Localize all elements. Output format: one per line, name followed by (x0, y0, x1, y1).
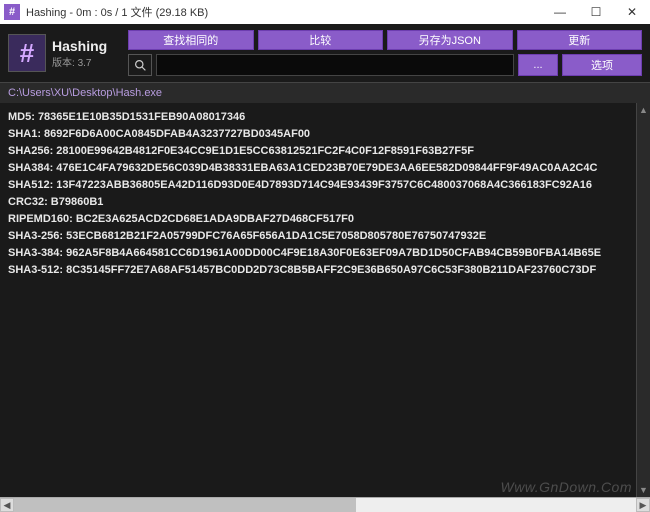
scroll-thumb[interactable] (14, 498, 356, 512)
toolbar: # Hashing 版本: 3.7 查找相同的 比较 另存为JSON 更新 ..… (0, 24, 650, 82)
hash-line[interactable]: SHA3-384: 962A5F8B4A664581CC6D1961A00DD0… (8, 245, 642, 262)
browse-button[interactable]: ... (518, 54, 558, 76)
hash-line[interactable]: SHA384: 476E1C4FA79632DE56C039D4B38331EB… (8, 160, 642, 177)
options-button[interactable]: 选项 (562, 54, 642, 76)
vertical-scrollbar[interactable]: ▲ ▼ (636, 103, 650, 497)
maximize-button[interactable]: ☐ (578, 0, 614, 24)
search-icon (128, 54, 152, 76)
close-button[interactable]: ✕ (614, 0, 650, 24)
hash-line[interactable]: SHA256: 28100E99642B4812F0E34CC9E1D1E5CC… (8, 143, 642, 160)
window-title: Hashing - 0m : 0s / 1 文件 (29.18 KB) (24, 4, 542, 20)
save-json-button[interactable]: 另存为JSON (387, 30, 513, 50)
hash-line[interactable]: RIPEMD160: BC2E3A625ACD2CD68E1ADA9DBAF27… (8, 211, 642, 228)
refresh-button[interactable]: 更新 (517, 30, 643, 50)
scroll-left-icon[interactable]: ◀ (0, 498, 14, 512)
minimize-button[interactable]: — (542, 0, 578, 24)
app-name: Hashing (52, 38, 122, 54)
hash-results: MD5: 78365E1E10B35D1531FEB90A08017346SHA… (0, 103, 650, 497)
find-same-button[interactable]: 查找相同的 (128, 30, 254, 50)
titlebar: # Hashing - 0m : 0s / 1 文件 (29.18 KB) — … (0, 0, 650, 24)
search-input[interactable] (156, 54, 514, 76)
horizontal-scrollbar[interactable]: ◀ ▶ (0, 497, 650, 512)
scroll-right-icon[interactable]: ▶ (636, 498, 650, 512)
app-logo-icon: # (8, 34, 46, 72)
scroll-track[interactable] (14, 498, 636, 512)
compare-button[interactable]: 比较 (258, 30, 384, 50)
scroll-down-icon[interactable]: ▼ (637, 483, 650, 497)
hash-line[interactable]: MD5: 78365E1E10B35D1531FEB90A08017346 (8, 109, 642, 126)
hash-line[interactable]: SHA1: 8692F6D6A00CA0845DFAB4A3237727BD03… (8, 126, 642, 143)
hash-line[interactable]: SHA512: 13F47223ABB36805EA42D116D93D0E4D… (8, 177, 642, 194)
app-version: 版本: 3.7 (52, 54, 122, 69)
app-window-icon: # (4, 4, 20, 20)
scroll-up-icon[interactable]: ▲ (637, 103, 650, 117)
hash-line[interactable]: SHA3-256: 53ECB6812B21F2A05799DFC76A65F6… (8, 228, 642, 245)
hash-line[interactable]: CRC32: B79860B1 (8, 194, 642, 211)
file-path: C:\Users\XU\Desktop\Hash.exe (0, 82, 650, 103)
hash-line[interactable]: SHA3-512: 8C35145FF72E7A68AF51457BC0DD2D… (8, 262, 642, 279)
